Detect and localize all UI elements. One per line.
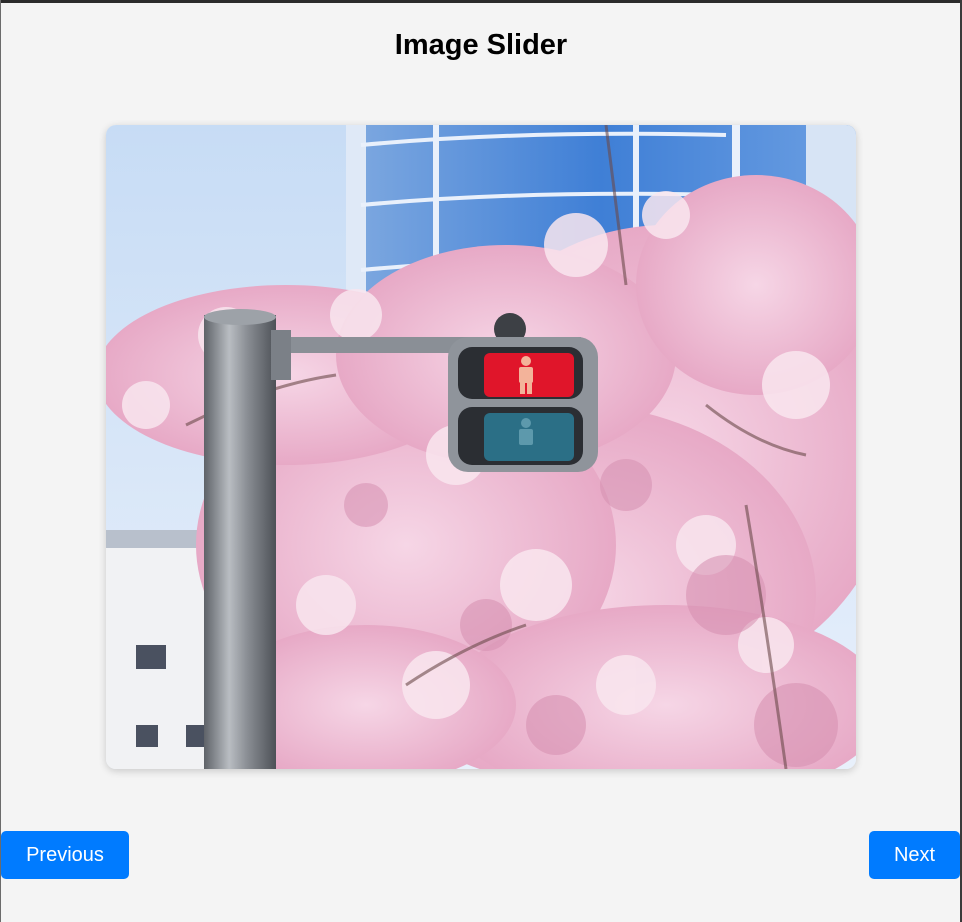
previous-button[interactable]: Previous bbox=[1, 831, 129, 879]
slide-image bbox=[106, 125, 856, 769]
page-title: Image Slider bbox=[394, 29, 568, 61]
image-slider bbox=[106, 125, 856, 769]
window-left-border bbox=[0, 0, 1, 922]
window-top-border bbox=[0, 0, 962, 3]
next-button[interactable]: Next bbox=[869, 831, 960, 879]
